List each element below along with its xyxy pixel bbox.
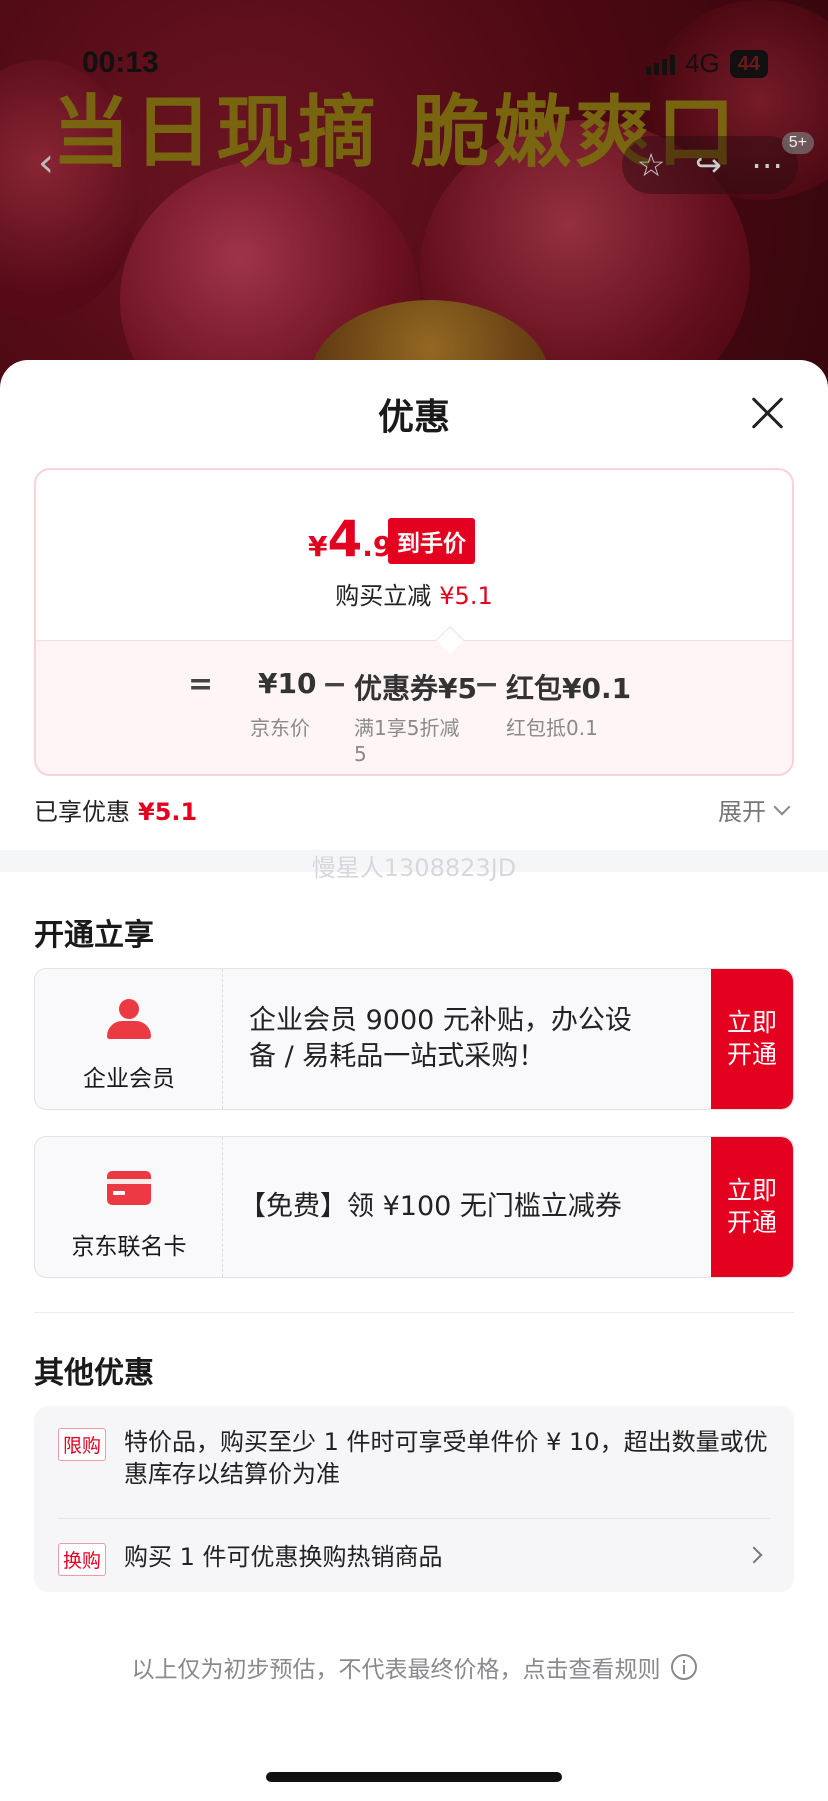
favorite-star-icon[interactable]: ☆ bbox=[637, 146, 666, 184]
chevron-right-icon bbox=[745, 1546, 763, 1564]
expand-label: 展开 bbox=[718, 798, 766, 826]
enterprise-member-card: 企业会员 企业会员 9000 元补贴，办公设备 / 易耗品一站式采购！ 立即 开通 bbox=[34, 968, 794, 1110]
close-icon[interactable] bbox=[746, 392, 788, 434]
exchange-offer-row[interactable]: 换购 购买 1 件可优惠换购热销商品 bbox=[34, 1519, 794, 1592]
share-icon[interactable]: ↪ bbox=[695, 146, 722, 184]
promotion-sheet: 优惠 ¥ 4 .9 到手价 购买立减 ¥5.1 = ¥10 京东价 − 优惠券¥5… bbox=[0, 360, 828, 1801]
card-name: 企业会员 bbox=[83, 1066, 175, 1092]
formula-redpacket-label: 红包抵0.1 bbox=[506, 716, 598, 740]
card-left-panel: 企业会员 bbox=[35, 969, 223, 1109]
watermark-text: 慢星人1308823JD bbox=[311, 854, 517, 882]
card-description: 企业会员 9000 元补贴，办公设备 / 易耗品一站式采购！ bbox=[249, 1005, 632, 1072]
rules-footnote[interactable]: 以上仅为初步预估，不代表最终价格，点击查看规则 bbox=[0, 1650, 828, 1684]
reduction-value: ¥5.1 bbox=[439, 582, 493, 610]
network-label: 4G bbox=[685, 48, 720, 78]
person-icon bbox=[107, 999, 151, 1043]
enjoyed-value: ¥5.1 bbox=[138, 798, 198, 826]
footnote-text: 以上仅为初步预估，不代表最终价格，点击查看规则 bbox=[131, 1657, 661, 1683]
expand-button[interactable]: 展开 bbox=[718, 792, 791, 827]
limit-tag: 限购 bbox=[58, 1428, 107, 1461]
equals-sign: = bbox=[188, 667, 214, 702]
signal-icon bbox=[646, 53, 676, 75]
top-nav-actions: ☆ ↪ ⋯ bbox=[622, 136, 798, 194]
reduction-label: 购买立减 bbox=[335, 582, 432, 610]
limit-offer-text: 特价品，购买至少 1 件时可享受单件价 ¥ 10，超出数量或优惠库存以结算价为准 bbox=[124, 1428, 768, 1488]
card-name: 京东联名卡 bbox=[71, 1234, 187, 1260]
open-now-button[interactable]: 立即 开通 bbox=[711, 1137, 793, 1277]
other-section-title: 其他优惠 bbox=[34, 1356, 154, 1391]
sheet-title: 优惠 bbox=[377, 397, 450, 438]
formula-coupon-label: 满1享5折减 5 bbox=[354, 716, 460, 766]
formula-jd-price: ¥10 bbox=[258, 667, 317, 700]
enjoyed-label: 已享优惠 bbox=[34, 798, 130, 826]
formula-redpacket: 红包¥0.1 bbox=[506, 672, 632, 705]
other-offers-box: 限购 特价品，购买至少 1 件时可享受单件价 ¥ 10，超出数量或优惠库存以结算… bbox=[34, 1406, 794, 1592]
currency-symbol: ¥ bbox=[308, 530, 328, 563]
info-icon bbox=[670, 1654, 697, 1680]
credit-card-icon bbox=[107, 1167, 151, 1211]
card-left-panel: 京东联名卡 bbox=[35, 1137, 223, 1277]
final-price: ¥ 4 .9 bbox=[308, 510, 392, 568]
formula-jd-price-label: 京东价 bbox=[250, 716, 310, 740]
instant-reduction-line: 购买立减 ¥5.1 bbox=[36, 576, 792, 611]
price-formula-area: = ¥10 京东价 − 优惠券¥5 满1享5折减 5 − 红包¥0.1 红包抵0… bbox=[36, 640, 792, 774]
status-bar-right: 4G 44 bbox=[646, 48, 768, 79]
open-section-title: 开通立享 bbox=[34, 918, 154, 953]
final-price-area: ¥ 4 .9 到手价 购买立减 ¥5.1 bbox=[36, 470, 792, 640]
back-icon[interactable]: ‹ bbox=[38, 140, 54, 186]
final-price-tag: 到手价 bbox=[388, 518, 475, 564]
price-breakdown-card: ¥ 4 .9 到手价 购买立减 ¥5.1 = ¥10 京东价 − 优惠券¥5 满1… bbox=[34, 468, 794, 776]
card-description: 【免费】领 ¥100 无门槛立减券 bbox=[239, 1191, 622, 1222]
final-price-integer: 4 bbox=[327, 510, 363, 568]
home-indicator bbox=[266, 1772, 562, 1782]
battery-icon: 44 bbox=[729, 49, 768, 78]
status-time: 00:13 bbox=[82, 46, 159, 79]
open-now-button[interactable]: 立即 开通 bbox=[711, 969, 793, 1109]
divider bbox=[34, 1312, 794, 1313]
minus-sign: − bbox=[474, 667, 500, 702]
enjoyed-discount-row: 已享优惠 ¥5.1 bbox=[34, 792, 197, 827]
more-icon[interactable]: ⋯ bbox=[751, 146, 783, 184]
exchange-tag: 换购 bbox=[58, 1543, 107, 1576]
message-count-badge: 5+ bbox=[781, 132, 814, 154]
chevron-down-icon bbox=[773, 798, 791, 815]
price-formula: = ¥10 京东价 − 优惠券¥5 满1享5折减 5 − 红包¥0.1 红包抵0… bbox=[36, 667, 792, 766]
exchange-offer-text: 购买 1 件可优惠换购热销商品 bbox=[124, 1543, 443, 1571]
minus-sign: − bbox=[322, 667, 348, 702]
formula-coupon: 优惠券¥5 bbox=[354, 672, 477, 705]
cobrand-card: 京东联名卡 【免费】领 ¥100 无门槛立减券 立即 开通 bbox=[34, 1136, 794, 1278]
